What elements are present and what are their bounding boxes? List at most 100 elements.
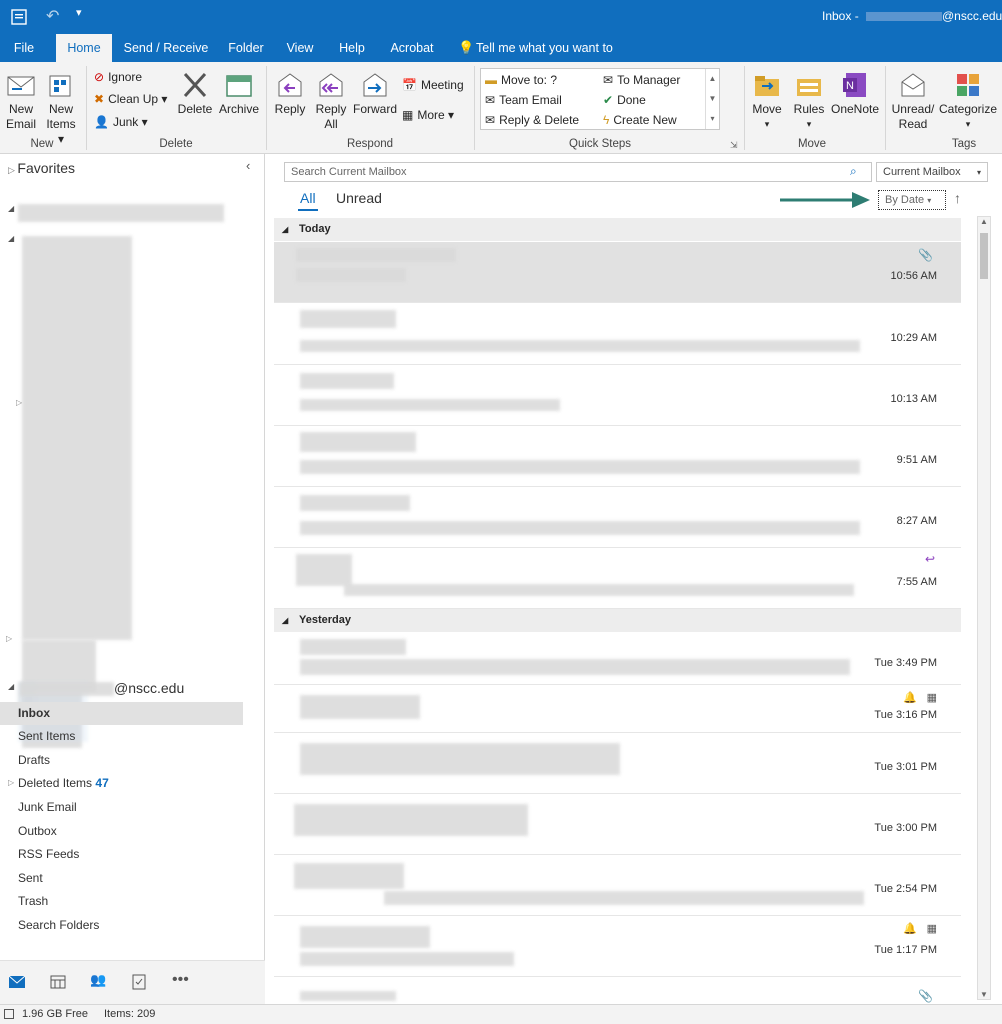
- list-item[interactable]: 10:13 AM: [274, 365, 961, 426]
- more-apps-icon[interactable]: •••: [172, 971, 189, 989]
- redacted-preview: [294, 804, 528, 836]
- junk-icon: 👤: [94, 115, 109, 129]
- folder-search-folders[interactable]: Search Folders: [18, 918, 99, 932]
- mail-icon[interactable]: [8, 975, 26, 989]
- reply-icon: [278, 73, 302, 97]
- folder-sent-items[interactable]: Sent Items: [18, 729, 75, 743]
- scroll-down-icon[interactable]: ▼: [978, 990, 990, 999]
- folder-outbox[interactable]: Outbox: [18, 824, 57, 838]
- qs-reply-delete[interactable]: ✉ Reply & Delete: [485, 113, 579, 127]
- sort-direction-icon[interactable]: ↑: [954, 190, 961, 206]
- sort-by-date-dropdown[interactable]: By Date ▾: [878, 190, 946, 210]
- more-respond-button[interactable]: ▦ More ▾: [402, 108, 454, 122]
- new-items-button[interactable]: New Items ▾: [42, 70, 80, 147]
- list-item[interactable]: ↩ 7:55 AM: [274, 548, 961, 609]
- expand-icon[interactable]: ◢: [8, 234, 14, 243]
- scroll-up-icon[interactable]: ▲: [978, 217, 990, 226]
- scroll-thumb[interactable]: [980, 233, 988, 279]
- new-email-button[interactable]: New Email: [4, 70, 38, 132]
- expand-icon[interactable]: ▷: [16, 398, 22, 407]
- tab-view[interactable]: View: [280, 34, 320, 62]
- folder-drafts[interactable]: Drafts: [18, 753, 50, 767]
- reply-button[interactable]: Reply: [272, 70, 308, 117]
- list-item[interactable]: 10:29 AM: [274, 304, 961, 365]
- tab-file[interactable]: File: [4, 34, 44, 62]
- tell-me-search[interactable]: Tell me what you want to do: [476, 34, 626, 83]
- redacted-preview: [384, 891, 864, 905]
- list-item[interactable]: Tue 3:00 PM: [274, 794, 961, 855]
- favorites-header[interactable]: ▷ Favorites: [8, 160, 75, 176]
- list-item[interactable]: 🔔 ▦ Tue 3:16 PM: [274, 685, 961, 733]
- filter-unread[interactable]: Unread: [336, 190, 382, 206]
- list-item[interactable]: Tue 3:49 PM: [274, 633, 961, 685]
- qs-to-manager[interactable]: ✉ To Manager: [603, 73, 680, 87]
- tab-folder[interactable]: Folder: [222, 34, 270, 62]
- ignore-icon: ⊘: [94, 70, 105, 84]
- reply-all-button[interactable]: Reply All: [312, 70, 350, 132]
- calendar-icon[interactable]: [50, 975, 66, 989]
- cleanup-icon: ✖: [94, 92, 105, 106]
- list-item[interactable]: 🔔 ▦ Tue 1:17 PM: [274, 916, 961, 977]
- quick-steps-scroll[interactable]: ▲ ▼ ▾: [705, 69, 719, 129]
- scrollbar[interactable]: ▲ ▼: [977, 216, 991, 1000]
- dialog-launcher-icon[interactable]: ⇲: [730, 140, 738, 151]
- navigation-bar: 👥 •••: [0, 960, 265, 1004]
- message-time: Tue 3:01 PM: [874, 761, 937, 773]
- expand-icon[interactable]: ◢: [8, 682, 14, 691]
- rules-button[interactable]: Rules ▾: [790, 70, 828, 132]
- collapse-pane-icon[interactable]: ‹: [246, 158, 250, 173]
- ignore-button[interactable]: ⊘ Ignore: [94, 70, 142, 84]
- quick-access-dropdown-icon[interactable]: ▾: [76, 6, 82, 19]
- undo-icon[interactable]: ↶: [46, 6, 59, 26]
- search-input[interactable]: Search Current Mailbox: [284, 162, 872, 182]
- onenote-icon: N: [843, 73, 866, 97]
- filter-all[interactable]: All: [300, 190, 316, 206]
- new-email-label-1: New: [8, 102, 33, 116]
- qs-done[interactable]: ✔ Done: [603, 93, 646, 107]
- list-item[interactable]: 9:51 AM: [274, 426, 961, 487]
- folder-deleted-items[interactable]: Deleted Items 47: [18, 776, 109, 790]
- redacted-subject: [296, 268, 406, 282]
- search-scope-dropdown[interactable]: Current Mailbox ▾: [876, 162, 988, 182]
- new-items-label-1: New: [48, 102, 73, 116]
- qs-move-to[interactable]: ▬ Move to: ?: [485, 73, 557, 87]
- qs-create-new[interactable]: ϟ Create New: [603, 113, 677, 127]
- unread-read-button[interactable]: Unread/ Read: [890, 70, 936, 132]
- cleanup-button[interactable]: ✖ Clean Up ▾: [94, 92, 167, 106]
- onenote-button[interactable]: N OneNote: [830, 70, 880, 117]
- folder-rss-feeds[interactable]: RSS Feeds: [18, 847, 79, 861]
- list-item[interactable]: 📎: [274, 977, 961, 1004]
- tab-acrobat[interactable]: Acrobat: [384, 34, 440, 62]
- delete-button[interactable]: Delete: [176, 70, 214, 117]
- search-icon[interactable]: ⌕: [850, 164, 857, 179]
- tab-send-receive[interactable]: Send / Receive: [118, 34, 214, 62]
- tab-help[interactable]: Help: [332, 34, 372, 62]
- junk-button[interactable]: 👤 Junk ▾: [94, 115, 148, 129]
- folder-inbox[interactable]: Inbox: [18, 706, 50, 720]
- list-item[interactable]: Tue 2:54 PM: [274, 855, 961, 916]
- people-icon[interactable]: 👥: [90, 972, 106, 988]
- group-today-label: Today: [299, 223, 331, 235]
- expand-icon[interactable]: ▷: [6, 634, 12, 643]
- move-button[interactable]: Move ▾: [748, 70, 786, 132]
- folder-trash[interactable]: Trash: [18, 894, 48, 908]
- tasks-icon[interactable]: [132, 973, 146, 990]
- group-header-today[interactable]: ◢ Today: [274, 218, 961, 241]
- expand-icon[interactable]: ◢: [8, 204, 14, 213]
- meeting-button[interactable]: 📅 Meeting: [402, 78, 464, 92]
- categorize-button[interactable]: Categorize ▾: [938, 70, 998, 132]
- expand-icon[interactable]: ▷: [8, 778, 14, 787]
- categorize-label: Categorize: [938, 102, 998, 116]
- list-item[interactable]: 8:27 AM: [274, 487, 961, 548]
- qs-team-email[interactable]: ✉ Team Email: [485, 93, 562, 107]
- tab-home[interactable]: Home: [56, 34, 112, 62]
- group-header-yesterday[interactable]: ◢ Yesterday: [274, 609, 961, 632]
- redacted-sender: [300, 495, 410, 511]
- redacted-preview: [300, 659, 850, 675]
- list-item[interactable]: 📎 10:56 AM: [274, 242, 961, 303]
- folder-sent[interactable]: Sent: [18, 871, 43, 885]
- folder-junk-email[interactable]: Junk Email: [18, 800, 77, 814]
- list-item[interactable]: Tue 3:01 PM: [274, 733, 961, 794]
- forward-button[interactable]: Forward: [352, 70, 398, 117]
- archive-button[interactable]: Archive: [216, 70, 262, 117]
